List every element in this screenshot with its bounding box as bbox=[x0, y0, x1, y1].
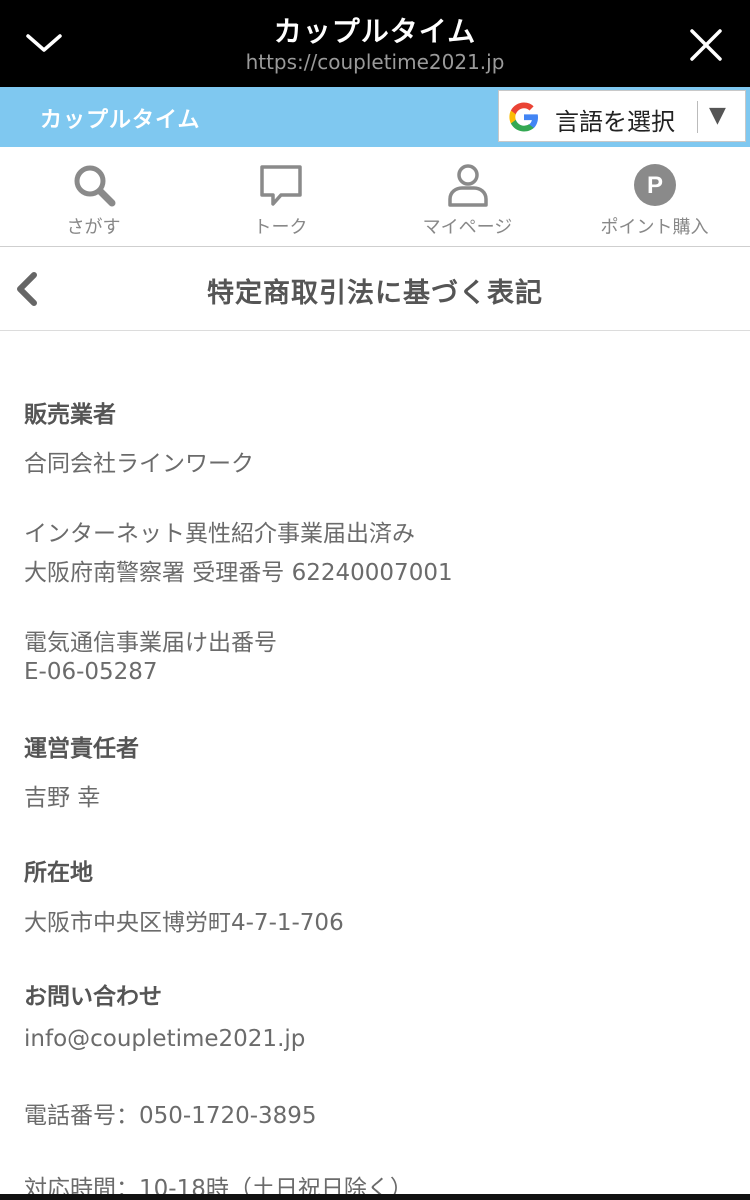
page-title-bar: 特定商取引法に基づく表記 bbox=[0, 247, 750, 331]
chat-icon bbox=[259, 165, 302, 206]
person-icon bbox=[447, 164, 488, 207]
nav-item-search[interactable]: さがす bbox=[0, 147, 187, 247]
nav-item-talk[interactable]: トーク bbox=[187, 147, 374, 247]
telecom-line-1: 電気通信事業届け出番号 bbox=[24, 630, 277, 656]
license-line-1: インターネット異性紹介事業届出済み bbox=[24, 521, 415, 547]
nav-item-label: トーク bbox=[253, 217, 308, 238]
address-label: 所在地 bbox=[24, 860, 93, 886]
main-nav: さがす トーク マイページ P ポイント購入 bbox=[0, 147, 750, 247]
manager-label: 運営責任者 bbox=[24, 736, 139, 762]
seller-value: 合同会社ラインワーク bbox=[24, 451, 254, 477]
language-selector[interactable]: 言語を選択 ▼ bbox=[498, 90, 746, 142]
manager-value: 吉野 幸 bbox=[24, 785, 101, 811]
seller-label: 販売業者 bbox=[24, 402, 116, 428]
dropdown-arrow-icon: ▼ bbox=[709, 103, 726, 128]
points-icon: P bbox=[633, 164, 676, 206]
bottom-edge-bar bbox=[0, 1194, 750, 1200]
language-selector-label: 言語を選択 bbox=[555, 108, 675, 136]
nav-item-mypage[interactable]: マイページ bbox=[374, 147, 561, 247]
telecom-line-2: E-06-05287 bbox=[24, 659, 158, 685]
browser-title: カップルタイム bbox=[273, 15, 477, 48]
nav-item-label: マイページ bbox=[422, 217, 513, 238]
close-icon[interactable] bbox=[688, 27, 724, 63]
search-icon bbox=[74, 165, 115, 207]
nav-item-buy-points[interactable]: P ポイント購入 bbox=[561, 147, 748, 247]
language-selector-divider bbox=[697, 101, 698, 133]
browser-url: https://coupletime2021.jp bbox=[245, 50, 505, 74]
site-brand[interactable]: カップルタイム bbox=[40, 102, 201, 134]
page-title: 特定商取引法に基づく表記 bbox=[207, 278, 543, 309]
browser-top-bar: カップルタイム https://coupletime2021.jp bbox=[0, 0, 750, 87]
nav-item-label: さがす bbox=[66, 217, 121, 238]
site-header: カップルタイム 言語を選択 ▼ bbox=[0, 87, 750, 147]
contact-phone: 電話番号：050-1720-3895 bbox=[24, 1103, 317, 1129]
contact-label: お問い合わせ bbox=[24, 984, 162, 1010]
svg-text:P: P bbox=[646, 172, 662, 199]
license-line-2: 大阪府南警察署 受理番号 62240007001 bbox=[24, 560, 453, 586]
contact-email[interactable]: info@coupletime2021.jp bbox=[24, 1026, 305, 1052]
address-value: 大阪市中央区博労町4-7-1-706 bbox=[24, 910, 344, 936]
google-logo-icon bbox=[509, 102, 538, 132]
nav-item-label: ポイント購入 bbox=[600, 217, 709, 238]
